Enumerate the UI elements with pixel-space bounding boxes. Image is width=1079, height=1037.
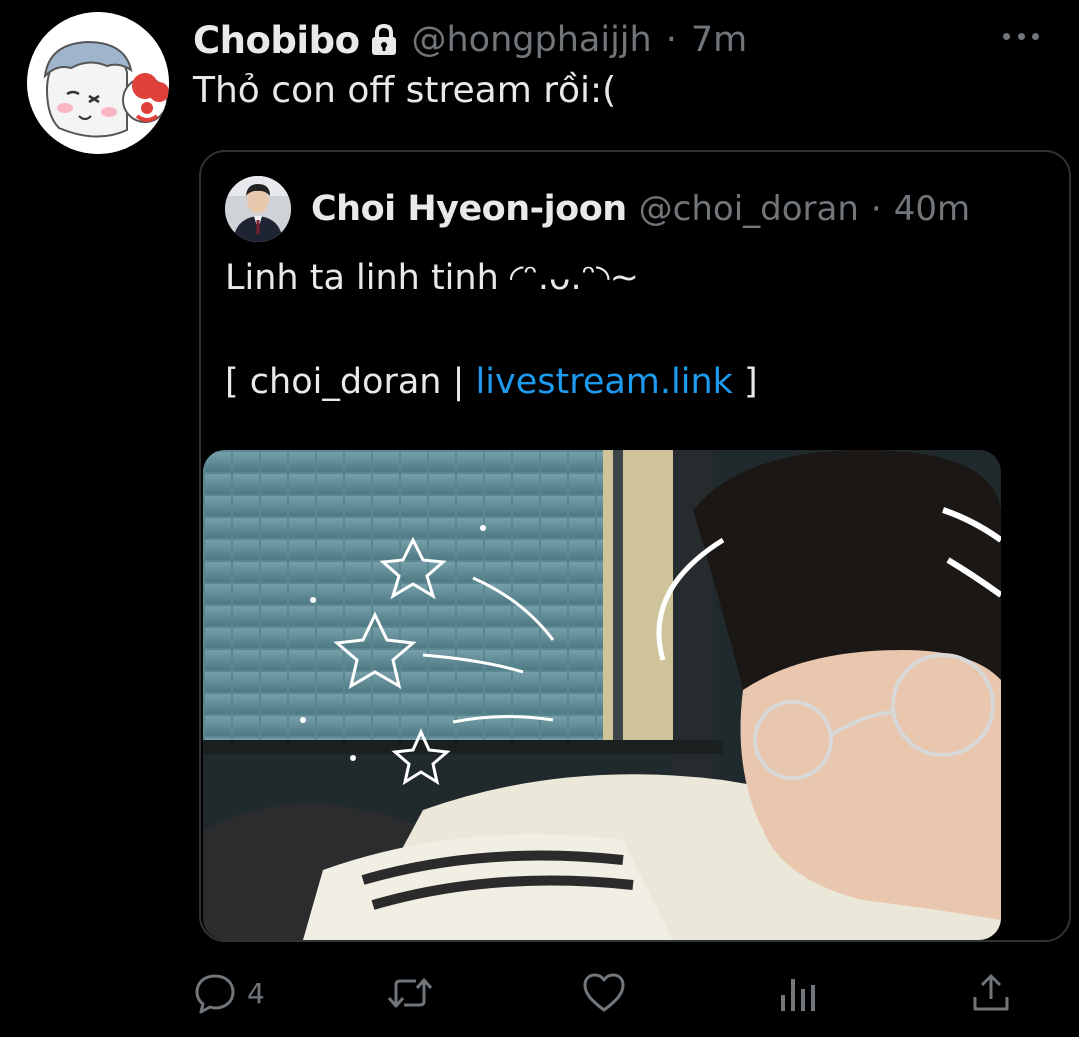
- reply-button[interactable]: 4: [193, 965, 265, 1021]
- analytics-icon: [777, 971, 817, 1015]
- quoted-separator-dot: ·: [870, 189, 882, 229]
- author-avatar[interactable]: [27, 12, 169, 154]
- stream-prefix: [ choi_doran |: [225, 362, 476, 402]
- tweet-text: Thỏ con off stream rồi:(: [193, 70, 617, 111]
- retweet-button[interactable]: [386, 965, 434, 1021]
- retweet-icon: [386, 971, 434, 1015]
- quoted-author-name[interactable]: Choi Hyeon-joon: [311, 189, 627, 229]
- quoted-tweet-text: Linh ta linh tinh ◜ᵔ.ᴗ.ᵔ◝~: [225, 258, 639, 298]
- stream-suffix: ]: [732, 362, 758, 402]
- quoted-tweet-card[interactable]: Choi Hyeon-joon @choi_doran · 40m Linh t…: [199, 150, 1071, 942]
- quoted-tweet-stream-line: [ choi_doran | livestream.link ]: [225, 362, 758, 402]
- livestream-link[interactable]: livestream.link: [476, 362, 733, 402]
- author-name[interactable]: Chobibo: [193, 19, 360, 62]
- avatar-illustration: [27, 12, 169, 154]
- reply-count: 4: [247, 976, 265, 1010]
- share-icon: [971, 971, 1011, 1015]
- quoted-tweet-time[interactable]: 40m: [894, 189, 970, 229]
- reply-icon: [193, 971, 237, 1015]
- selfie-photo: [203, 450, 1001, 940]
- tweet-header: Chobibo @hongphaijjh · 7m: [193, 14, 747, 66]
- like-icon: [582, 971, 626, 1015]
- quoted-tweet-header: Choi Hyeon-joon @choi_doran · 40m: [311, 184, 970, 234]
- quoted-tweet-photo[interactable]: [203, 450, 1001, 940]
- like-button[interactable]: [582, 965, 626, 1021]
- more-dot: [1017, 32, 1025, 40]
- lock-icon: [368, 23, 400, 57]
- quoted-avatar-photo: [225, 176, 291, 242]
- author-handle[interactable]: @hongphaijjh: [412, 20, 652, 60]
- tweet-action-bar: 4: [193, 965, 1023, 1021]
- analytics-button[interactable]: [777, 965, 817, 1021]
- tweet-time[interactable]: 7m: [691, 20, 747, 60]
- share-button[interactable]: [971, 965, 1011, 1021]
- separator-dot: ·: [665, 20, 677, 60]
- more-icon[interactable]: [1003, 24, 1039, 48]
- more-dot: [1032, 32, 1039, 40]
- quoted-author-avatar[interactable]: [225, 176, 291, 242]
- more-dot: [1003, 32, 1010, 40]
- quoted-author-handle[interactable]: @choi_doran: [639, 189, 859, 229]
